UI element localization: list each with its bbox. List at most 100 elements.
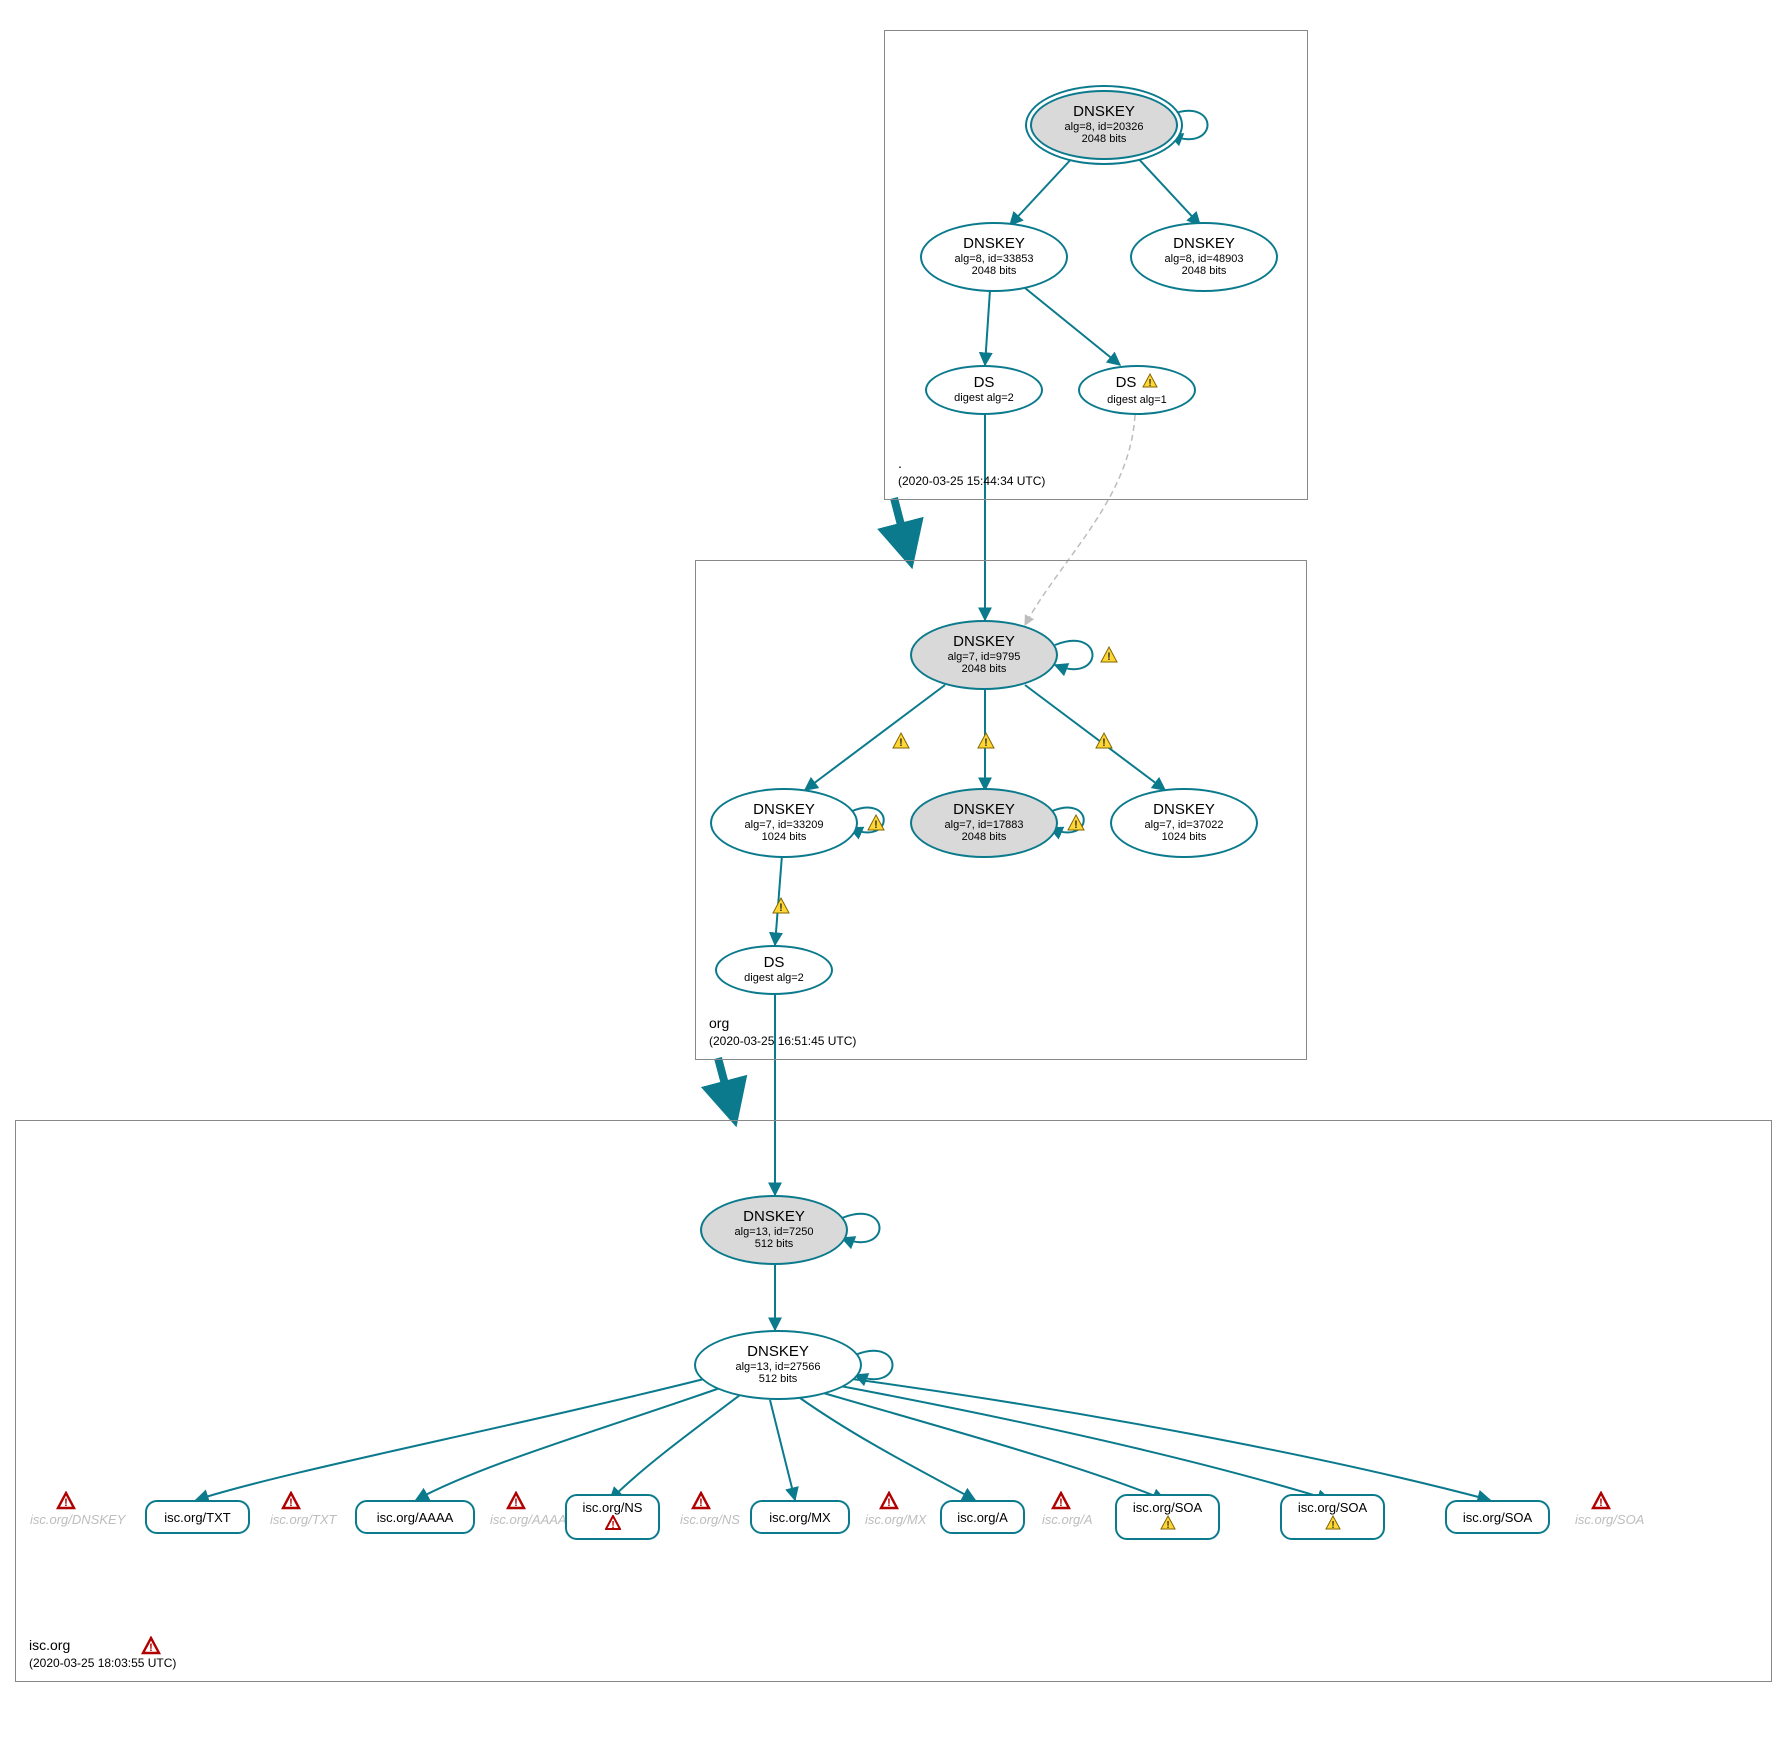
root-ds2: DS ! digest alg=1 bbox=[1078, 365, 1196, 415]
node-sub: 1024 bits bbox=[1162, 831, 1207, 844]
isc-zsk: DNSKEY alg=13, id=27566 512 bits bbox=[694, 1330, 862, 1400]
rrset-label: isc.org/SOA bbox=[1298, 1500, 1367, 1515]
node-title: DNSKEY bbox=[963, 236, 1025, 253]
node-sub: 2048 bits bbox=[1182, 265, 1227, 278]
org-zsk1: DNSKEY alg=7, id=33209 1024 bits bbox=[710, 788, 858, 858]
warning-icon: ! bbox=[975, 730, 997, 752]
ghost-aaaa: isc.org/AAAA bbox=[490, 1512, 567, 1527]
svg-text:!: ! bbox=[984, 737, 988, 749]
svg-text:!: ! bbox=[1599, 1497, 1603, 1509]
node-title: DS bbox=[974, 375, 995, 392]
svg-text:!: ! bbox=[1074, 819, 1078, 831]
rrset-aaaa: isc.org/AAAA bbox=[355, 1500, 475, 1534]
svg-text:!: ! bbox=[1149, 378, 1152, 389]
org-zsk2: DNSKEY alg=7, id=17883 2048 bits bbox=[910, 788, 1058, 858]
rrset-txt: isc.org/TXT bbox=[145, 1500, 250, 1534]
svg-text:!: ! bbox=[899, 737, 903, 749]
warning-icon: ! bbox=[770, 895, 792, 917]
svg-text:!: ! bbox=[1059, 1497, 1063, 1509]
org-ksk: DNSKEY alg=7, id=9795 2048 bits bbox=[910, 620, 1058, 690]
rrset-soa3: isc.org/SOA bbox=[1445, 1500, 1550, 1534]
warning-icon: ! bbox=[1142, 373, 1158, 394]
rrset-label: isc.org/NS bbox=[583, 1500, 643, 1515]
svg-text:!: ! bbox=[514, 1497, 518, 1509]
node-title: DNSKEY bbox=[953, 802, 1015, 819]
node-sub: alg=13, id=27566 bbox=[735, 1361, 820, 1374]
svg-text:!: ! bbox=[149, 1642, 153, 1654]
node-sub: 1024 bits bbox=[762, 831, 807, 844]
node-sub: digest alg=2 bbox=[954, 392, 1014, 405]
error-icon: ! bbox=[878, 1490, 900, 1512]
svg-text:!: ! bbox=[887, 1497, 891, 1509]
svg-text:!: ! bbox=[611, 1520, 614, 1531]
node-sub: 512 bits bbox=[755, 1238, 794, 1251]
error-icon: ! bbox=[280, 1490, 302, 1512]
node-title: DNSKEY bbox=[1173, 236, 1235, 253]
rrset-label: isc.org/TXT bbox=[164, 1510, 230, 1525]
svg-text:!: ! bbox=[874, 819, 878, 831]
zone-isc-timestamp: (2020-03-25 18:03:55 UTC) bbox=[29, 1656, 176, 1670]
svg-text:!: ! bbox=[779, 902, 783, 914]
svg-text:!: ! bbox=[289, 1497, 293, 1509]
rrset-label: isc.org/SOA bbox=[1133, 1500, 1202, 1515]
rrset-label: isc.org/SOA bbox=[1463, 1510, 1532, 1525]
root-zsk2: DNSKEY alg=8, id=48903 2048 bits bbox=[1130, 222, 1278, 292]
node-sub: digest alg=2 bbox=[744, 972, 804, 985]
ghost-dnskey: isc.org/DNSKEY bbox=[30, 1512, 125, 1527]
zone-isc bbox=[15, 1120, 1772, 1682]
org-zsk3: DNSKEY alg=7, id=37022 1024 bits bbox=[1110, 788, 1258, 858]
node-title: DNSKEY bbox=[1153, 802, 1215, 819]
ghost-txt: isc.org/TXT bbox=[270, 1512, 336, 1527]
ghost-soa: isc.org/SOA bbox=[1575, 1512, 1644, 1527]
org-ds: DS digest alg=2 bbox=[715, 945, 833, 995]
warning-icon: ! bbox=[890, 730, 912, 752]
error-icon: ! bbox=[1590, 1490, 1612, 1512]
svg-text:!: ! bbox=[64, 1497, 68, 1509]
zone-isc-name: isc.org bbox=[29, 1637, 70, 1653]
node-sub: 2048 bits bbox=[962, 663, 1007, 676]
svg-text:!: ! bbox=[1107, 651, 1111, 663]
svg-text:!: ! bbox=[1331, 1520, 1334, 1531]
warning-icon: ! bbox=[1098, 644, 1120, 666]
node-sub: 2048 bits bbox=[972, 265, 1017, 278]
error-icon: ! bbox=[605, 1515, 621, 1534]
node-sub: 2048 bits bbox=[962, 831, 1007, 844]
warning-icon: ! bbox=[1160, 1515, 1176, 1534]
node-sub: alg=7, id=17883 bbox=[945, 819, 1024, 832]
zone-root-name: . bbox=[898, 455, 902, 471]
rrset-label: isc.org/MX bbox=[769, 1510, 830, 1525]
node-title: DNSKEY bbox=[747, 1344, 809, 1361]
root-ds1: DS digest alg=2 bbox=[925, 365, 1043, 415]
ghost-a: isc.org/A bbox=[1042, 1512, 1093, 1527]
warning-icon: ! bbox=[865, 812, 887, 834]
rrset-soa1: isc.org/SOA ! bbox=[1115, 1494, 1220, 1540]
ghost-mx: isc.org/MX bbox=[865, 1512, 926, 1527]
svg-text:!: ! bbox=[699, 1497, 703, 1509]
node-title: DS bbox=[764, 955, 785, 972]
node-title: DNSKEY bbox=[1073, 104, 1135, 121]
node-sub: alg=7, id=9795 bbox=[948, 651, 1021, 664]
warning-icon: ! bbox=[1093, 730, 1115, 752]
node-sub: digest alg=1 bbox=[1107, 394, 1167, 407]
warning-icon: ! bbox=[1065, 812, 1087, 834]
node-sub: 512 bits bbox=[759, 1373, 798, 1386]
node-sub: alg=7, id=33209 bbox=[745, 819, 824, 832]
error-icon: ! bbox=[505, 1490, 527, 1512]
rrset-ns: isc.org/NS ! bbox=[565, 1494, 660, 1540]
error-icon: ! bbox=[140, 1635, 162, 1657]
rrset-label: isc.org/A bbox=[957, 1510, 1008, 1525]
error-icon: ! bbox=[690, 1490, 712, 1512]
node-sub: alg=13, id=7250 bbox=[735, 1226, 814, 1239]
rrset-label: isc.org/AAAA bbox=[377, 1510, 454, 1525]
rrset-a: isc.org/A bbox=[940, 1500, 1025, 1534]
node-title: DNSKEY bbox=[743, 1209, 805, 1226]
root-zsk1: DNSKEY alg=8, id=33853 2048 bits bbox=[920, 222, 1068, 292]
zone-org-timestamp: (2020-03-25 16:51:45 UTC) bbox=[709, 1034, 856, 1048]
node-sub: alg=8, id=48903 bbox=[1165, 253, 1244, 266]
node-sub: alg=8, id=20326 bbox=[1065, 121, 1144, 134]
ghost-ns: isc.org/NS bbox=[680, 1512, 740, 1527]
zone-org-name: org bbox=[709, 1015, 729, 1031]
error-icon: ! bbox=[1050, 1490, 1072, 1512]
svg-text:!: ! bbox=[1102, 737, 1106, 749]
node-title: DS bbox=[1116, 375, 1137, 392]
